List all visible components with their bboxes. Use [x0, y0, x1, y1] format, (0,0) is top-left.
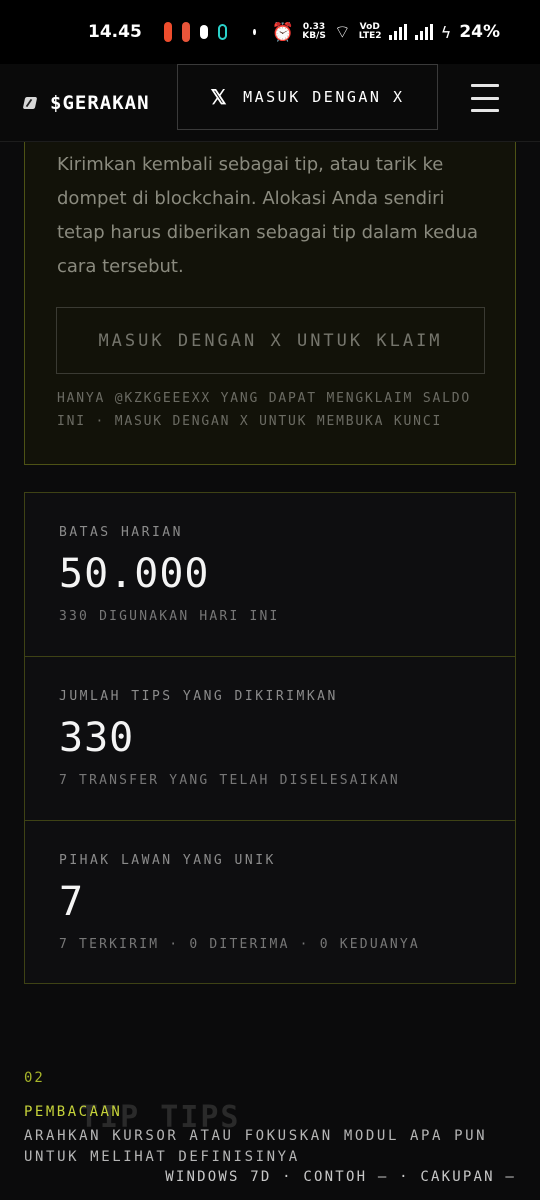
stat-daily-limit: BATAS HARIAN 50.000 330 DIGUNAKAN HARI I… [25, 493, 515, 657]
volte-label: VoD LTE2 [358, 22, 382, 41]
stat-sub: 7 TRANSFER YANG TELAH DISELESAIKAN [59, 773, 400, 788]
footer-status: WINDOWS 7D · CONTOH — · CAKUPAN — [165, 1169, 516, 1185]
shopee-icon [163, 22, 172, 42]
network-speed: 0.33 KB/S [302, 23, 326, 41]
reading-text: ARAHKAN KURSOR ATAU FOKUSKAN MODUL APA P… [24, 1128, 488, 1165]
stat-unique-counterparties: PIHAK LAWAN YANG UNIK 7 7 TERKIRIM · 0 D… [25, 821, 515, 985]
stat-sub: 330 DIGUNAKAN HARI INI [59, 609, 280, 624]
battery-level: 24% [459, 22, 501, 42]
claim-card: Kirimkan kembali sebagai tip, atau tarik… [24, 142, 516, 465]
speed-unit: KB/S [302, 31, 326, 41]
status-time: 14.45 [88, 22, 142, 42]
charging-icon: ϟ [440, 22, 452, 42]
brand-name: $GERAKAN [50, 91, 150, 114]
claim-description: Kirimkan kembali sebagai tip, atau tarik… [57, 154, 479, 277]
wifi-icon: ⌔ [333, 21, 351, 43]
login-button-label: MASUK DENGAN X [243, 88, 405, 106]
game-icon [181, 22, 191, 42]
chat-icon [200, 25, 208, 39]
menu-icon[interactable] [471, 84, 499, 112]
stat-sub: 7 TERKIRIM · 0 DITERIMA · 0 KEDUANYA [59, 937, 420, 952]
alarm-icon: ⏰ [271, 21, 295, 43]
reading-label: PEMBACAAN [24, 1104, 123, 1120]
stat-value: 7 [59, 879, 85, 925]
stat-value: 50.000 [59, 551, 210, 597]
stats-card: BATAS HARIAN 50.000 330 DIGUNAKAN HARI I… [24, 492, 516, 984]
stat-label: BATAS HARIAN [59, 525, 183, 540]
stat-value: 330 [59, 715, 135, 761]
brand-logo[interactable]: $GERAKAN [22, 91, 174, 114]
site-header: $GERAKAN 𝕏 MASUK DENGAN X [0, 64, 540, 142]
x-logo-icon: 𝕏 [210, 85, 230, 109]
signal-2-icon [414, 24, 433, 40]
stat-tips-sent: JUMLAH TIPS YANG DIKIRIMKAN 330 7 TRANSF… [25, 657, 515, 821]
stat-label: JUMLAH TIPS YANG DIKIRIMKAN [59, 689, 338, 704]
claim-button[interactable]: MASUK DENGAN X UNTUK KLAIM [56, 307, 485, 374]
signal-1-icon [388, 24, 407, 40]
notification-dot-icon [253, 29, 256, 35]
stat-label: PIHAK LAWAN YANG UNIK [59, 853, 276, 868]
login-with-x-button[interactable]: 𝕏 MASUK DENGAN X [177, 64, 438, 130]
status-bar: 14.45 ⏰ 0.33 KB/S ⌔ VoD LTE2 ϟ 24% [0, 0, 540, 64]
store-icon [217, 24, 228, 40]
section-number: 02 [24, 1070, 45, 1086]
brand-mark-icon [22, 96, 38, 109]
claim-note: HANYA @KZKGEEEXX YANG DAPAT MENGKLAIM SA… [57, 391, 471, 429]
